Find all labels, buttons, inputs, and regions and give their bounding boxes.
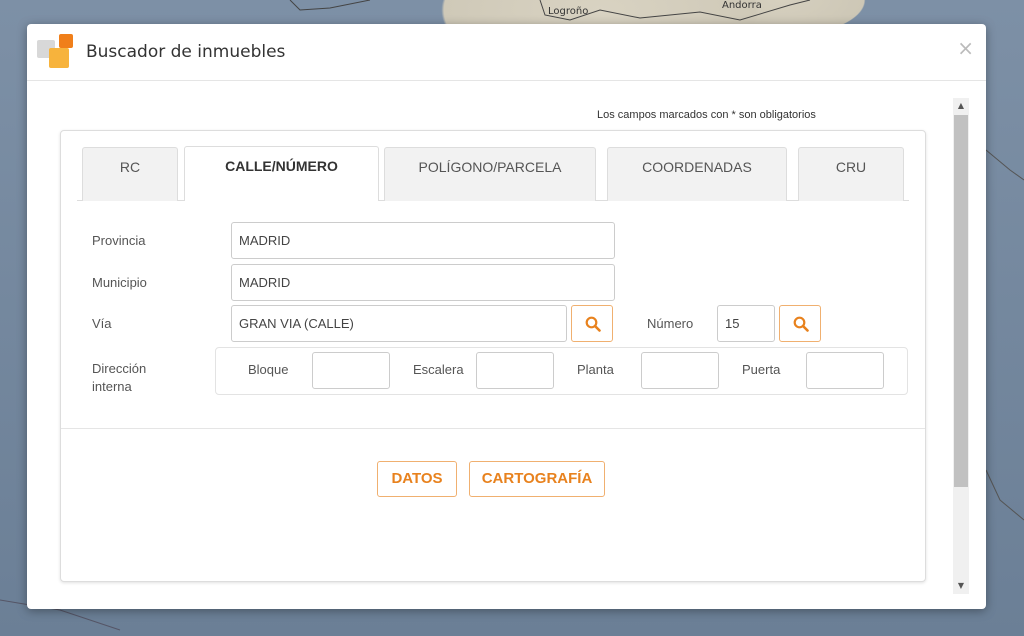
via-search-button[interactable] bbox=[571, 305, 613, 342]
numero-label: Número bbox=[647, 316, 694, 331]
municipio-input[interactable]: MADRID bbox=[231, 264, 615, 301]
puerta-label: Puerta bbox=[742, 362, 781, 377]
provincia-input[interactable]: MADRID bbox=[231, 222, 615, 259]
numero-search-button[interactable] bbox=[779, 305, 821, 342]
chevron-down-icon[interactable]: ▼ bbox=[953, 578, 969, 594]
required-fields-note: Los campos marcados con * son obligatori… bbox=[597, 109, 816, 121]
datos-button[interactable]: DATOS bbox=[377, 461, 457, 497]
via-label: Vía bbox=[92, 316, 112, 331]
chevron-up-icon[interactable]: ▲ bbox=[953, 98, 969, 114]
cartografia-button[interactable]: CARTOGRAFÍA bbox=[469, 461, 605, 497]
direccion-interna-label-line1: Dirección bbox=[92, 361, 147, 376]
numero-input[interactable]: 15 bbox=[717, 305, 775, 342]
scrollbar[interactable]: ▲ ▼ bbox=[953, 98, 969, 594]
section-divider bbox=[61, 428, 925, 429]
direccion-interna-label-line2: interna bbox=[92, 379, 132, 394]
escalera-label: Escalera bbox=[413, 362, 464, 377]
escalera-input[interactable] bbox=[476, 352, 554, 389]
dialog-header: Buscador de inmuebles × bbox=[27, 24, 986, 81]
property-search-dialog: Buscador de inmuebles × Los campos marca… bbox=[27, 24, 986, 609]
search-icon bbox=[793, 316, 809, 332]
bloque-input[interactable] bbox=[312, 352, 390, 389]
dialog-title: Buscador de inmuebles bbox=[86, 42, 286, 62]
planta-label: Planta bbox=[577, 362, 614, 377]
bloque-label: Bloque bbox=[248, 362, 289, 377]
via-input[interactable]: GRAN VIA (CALLE) bbox=[231, 305, 567, 342]
search-icon bbox=[585, 316, 601, 332]
scrollbar-thumb[interactable] bbox=[954, 115, 968, 487]
map-label-logrono: Logroño bbox=[548, 6, 589, 17]
tab-coordenadas[interactable]: COORDENADAS bbox=[607, 147, 787, 201]
dialog-body: Los campos marcados con * son obligatori… bbox=[27, 81, 986, 609]
planta-input[interactable] bbox=[641, 352, 719, 389]
search-card: RC CALLE/NÚMERO POLÍGONO/PARCELA COORDEN… bbox=[60, 130, 926, 582]
app-logo bbox=[37, 34, 73, 70]
tab-rc[interactable]: RC bbox=[82, 147, 178, 201]
close-icon[interactable]: × bbox=[957, 38, 974, 58]
tab-cru[interactable]: CRU bbox=[798, 147, 904, 201]
provincia-label: Provincia bbox=[92, 233, 146, 248]
puerta-input[interactable] bbox=[806, 352, 884, 389]
tab-poligono-parcela[interactable]: POLÍGONO/PARCELA bbox=[384, 147, 596, 201]
tab-calle-numero[interactable]: CALLE/NÚMERO bbox=[184, 146, 379, 201]
municipio-label: Municipio bbox=[92, 275, 147, 290]
map-label-andorra: Andorra bbox=[722, 0, 762, 11]
tab-bar: RC CALLE/NÚMERO POLÍGONO/PARCELA COORDEN… bbox=[77, 146, 909, 201]
